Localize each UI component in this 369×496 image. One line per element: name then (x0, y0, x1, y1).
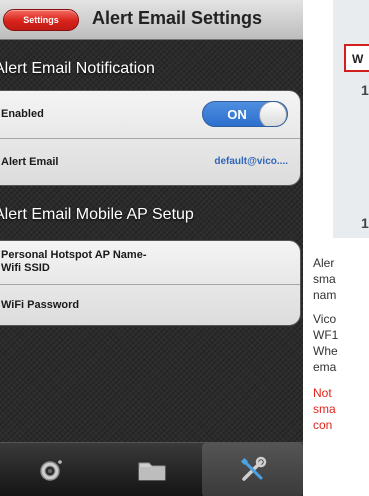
doc-screenshot (333, 0, 369, 238)
tab-bar (0, 442, 303, 496)
wrench-screwdriver-icon (239, 456, 267, 484)
section-header-notification: Alert Email Notification (0, 60, 155, 77)
alert-email-value: default@vico.... (214, 156, 288, 167)
alert-email-row[interactable]: Alert Email default@vico.... (0, 139, 300, 185)
wifi-password-row[interactable]: WiFi Password (0, 285, 300, 325)
doc-text-line: sma (313, 272, 336, 286)
navigation-bar: Settings Alert Email Settings (0, 0, 303, 40)
doc-text-line: WF1 (313, 328, 339, 342)
folder-icon (137, 458, 167, 482)
doc-text-line: ema (313, 360, 337, 374)
tab-settings[interactable] (202, 443, 303, 496)
page-title: Alert Email Settings (92, 8, 263, 28)
mobile-ap-group: Personal Hotspot AP Name-Wifi SSID WiFi … (0, 240, 301, 326)
enabled-row: Enabled ON (0, 91, 300, 139)
wifi-password-label: WiFi Password (1, 299, 80, 311)
enabled-label: Enabled (1, 108, 44, 120)
doc-note-line: Not (313, 386, 332, 400)
enabled-toggle[interactable]: ON (202, 101, 288, 127)
camera-icon (38, 457, 64, 483)
documentation-column: W 1 1 Aler sma nam Vico WF1 Whe ema Not … (303, 0, 369, 496)
doc-highlight-box: W (344, 44, 369, 72)
toggle-state-text: ON (227, 107, 247, 122)
doc-callout-number: 1 (361, 215, 369, 231)
settings-back-button[interactable]: Settings (3, 9, 79, 31)
tab-camera[interactable] (0, 443, 101, 496)
tab-folder[interactable] (101, 443, 202, 496)
alert-email-label: Alert Email (1, 156, 59, 168)
doc-text-line: Vico (313, 312, 337, 326)
doc-note-line: sma (313, 402, 336, 416)
doc-text-line: nam (313, 288, 337, 302)
doc-text-line: Whe (313, 344, 338, 358)
phone-screen: Settings Alert Email Settings Alert Emai… (0, 0, 303, 496)
notification-group: Enabled ON Alert Email default@vico.... (0, 90, 301, 186)
hotspot-ssid-row[interactable]: Personal Hotspot AP Name-Wifi SSID (0, 241, 300, 285)
doc-note-line: con (313, 418, 333, 432)
toggle-knob[interactable] (259, 102, 287, 126)
section-header-mobile-ap: Alert Email Mobile AP Setup (0, 206, 194, 223)
doc-callout-number: 1 (361, 82, 369, 98)
doc-text-line: Aler (313, 256, 335, 270)
hotspot-ssid-label: Personal Hotspot AP Name-Wifi SSID (1, 249, 147, 274)
